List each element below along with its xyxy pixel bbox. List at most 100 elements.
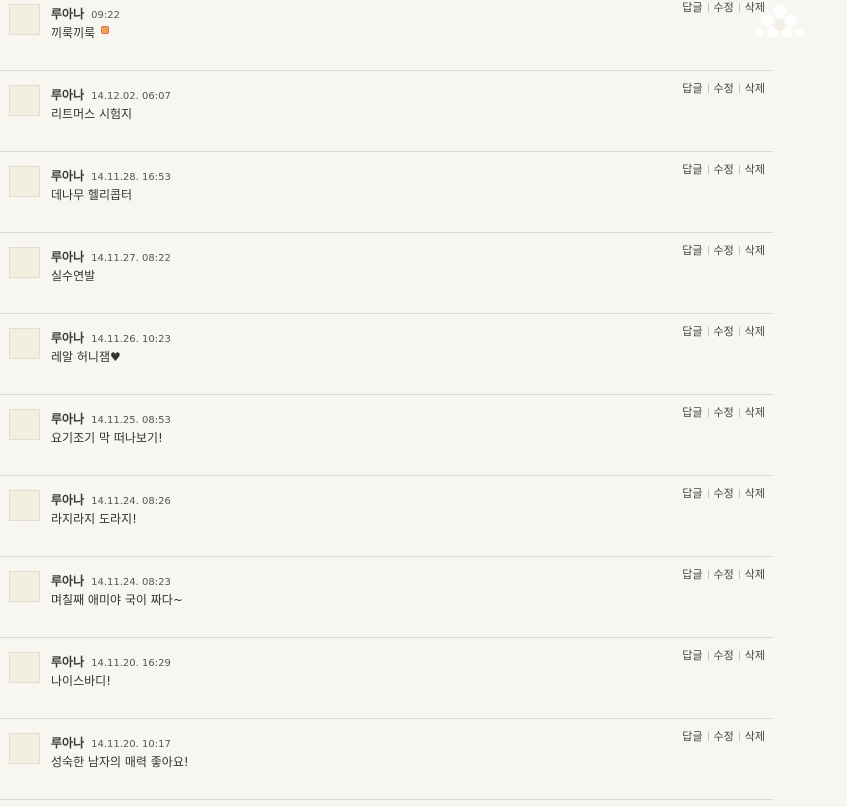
comment-meta: 루아나 14.11.24. 08:23 — [51, 570, 171, 589]
comment-date: 14.11.20. 10:17 — [91, 739, 171, 750]
comment-author[interactable]: 루아나 — [51, 331, 84, 345]
reply-button[interactable]: 답글 — [682, 730, 702, 743]
comment-item: 루아나 14.11.27. 08:22 실수연발 답글 수정 삭제 — [0, 233, 773, 314]
edit-button[interactable]: 수정 — [714, 730, 734, 743]
comment-actions: 답글 수정 삭제 — [682, 647, 765, 663]
delete-button[interactable]: 삭제 — [745, 568, 765, 581]
comment-item: 루아나 14.12.02. 06:07 리트머스 시험지 답글 수정 삭제 — [0, 71, 773, 152]
delete-button[interactable]: 삭제 — [745, 82, 765, 95]
action-separator — [738, 570, 740, 579]
action-separator — [707, 651, 709, 660]
delete-button[interactable]: 삭제 — [745, 730, 765, 743]
action-separator — [738, 408, 740, 417]
comment-actions: 답글 수정 삭제 — [682, 80, 765, 96]
action-separator — [707, 246, 709, 255]
delete-button[interactable]: 삭제 — [745, 325, 765, 338]
delete-button[interactable]: 삭제 — [745, 1, 765, 14]
action-separator — [738, 3, 740, 12]
comment-item: 루아나 09:22 끼룩끼룩 답글 수정 삭제 — [0, 0, 773, 71]
comment-actions: 답글 수정 삭제 — [682, 404, 765, 420]
avatar[interactable] — [9, 409, 40, 440]
comment-text-body: 레알 허니잼♥ — [51, 350, 121, 364]
avatar[interactable] — [9, 571, 40, 602]
edit-button[interactable]: 수정 — [714, 1, 734, 14]
comment-author[interactable]: 루아나 — [51, 169, 84, 183]
comment-author[interactable]: 루아나 — [51, 655, 84, 669]
comment-text: 실수연발 — [51, 267, 95, 284]
comment-meta: 루아나 14.11.25. 08:53 — [51, 408, 171, 427]
comment-actions: 답글 수정 삭제 — [682, 161, 765, 177]
action-separator — [738, 651, 740, 660]
comment-text: 며칠째 애미야 국이 짜다~ — [51, 591, 183, 608]
comment-text: 데나무 헬리콥터 — [51, 186, 132, 203]
avatar[interactable] — [9, 652, 40, 683]
reply-button[interactable]: 답글 — [682, 487, 702, 500]
edit-button[interactable]: 수정 — [714, 568, 734, 581]
action-separator — [738, 84, 740, 93]
edit-button[interactable]: 수정 — [714, 487, 734, 500]
comment-date: 14.11.24. 08:26 — [91, 496, 171, 507]
comment-meta: 루아나 14.11.28. 16:53 — [51, 165, 171, 184]
new-badge-icon — [101, 26, 110, 34]
reply-button[interactable]: 답글 — [682, 325, 702, 338]
comment-text-body: 데나무 헬리콥터 — [51, 188, 133, 202]
action-separator — [738, 165, 740, 174]
reply-button[interactable]: 답글 — [682, 568, 702, 581]
comment-item: 루아나 14.11.25. 08:53 요기조기 막 떠나보기! 답글 수정 삭제 — [0, 395, 773, 476]
edit-button[interactable]: 수정 — [714, 649, 734, 662]
avatar[interactable] — [9, 733, 40, 764]
comment-item: 루아나 14.11.28. 16:53 데나무 헬리콥터 답글 수정 삭제 — [0, 152, 773, 233]
comment-author[interactable]: 루아나 — [51, 493, 84, 507]
action-separator — [738, 246, 740, 255]
comment-author[interactable]: 루아나 — [51, 7, 84, 21]
action-separator — [738, 327, 740, 336]
comment-actions: 답글 수정 삭제 — [682, 485, 765, 501]
comment-author[interactable]: 루아나 — [51, 250, 84, 264]
comment-actions: 답글 수정 삭제 — [682, 728, 765, 744]
action-separator — [707, 327, 709, 336]
comment-author[interactable]: 루아나 — [51, 88, 84, 102]
comment-text-body: 라지라지 도라지! — [51, 512, 137, 526]
delete-button[interactable]: 삭제 — [745, 163, 765, 176]
reply-button[interactable]: 답글 — [682, 163, 702, 176]
comment-text-body: 며칠째 애미야 국이 짜다~ — [51, 593, 183, 607]
action-separator — [707, 408, 709, 417]
reply-button[interactable]: 답글 — [682, 82, 702, 95]
comment-item: 루아나 14.11.26. 10:23 레알 허니잼♥ 답글 수정 삭제 — [0, 314, 773, 395]
delete-button[interactable]: 삭제 — [745, 487, 765, 500]
comment-item: 루아나 14.11.24. 08:23 며칠째 애미야 국이 짜다~ 답글 수정 삭제 — [0, 557, 773, 638]
delete-button[interactable]: 삭제 — [745, 406, 765, 419]
edit-button[interactable]: 수정 — [714, 325, 734, 338]
avatar[interactable] — [9, 85, 40, 116]
comment-text: 성숙한 남자의 매력 좋아요! — [51, 753, 189, 770]
avatar[interactable] — [9, 166, 40, 197]
action-separator — [707, 3, 709, 12]
avatar[interactable] — [9, 4, 40, 35]
comment-text-body: 성숙한 남자의 매력 좋아요! — [51, 755, 189, 769]
reply-button[interactable]: 답글 — [682, 244, 702, 257]
comment-meta: 루아나 14.11.27. 08:22 — [51, 246, 171, 265]
avatar[interactable] — [9, 490, 40, 521]
comment-meta: 루아나 14.11.24. 08:26 — [51, 489, 171, 508]
reply-button[interactable]: 답글 — [682, 406, 702, 419]
comment-meta: 루아나 14.11.26. 10:23 — [51, 327, 171, 346]
edit-button[interactable]: 수정 — [714, 406, 734, 419]
comment-author[interactable]: 루아나 — [51, 574, 84, 588]
delete-button[interactable]: 삭제 — [745, 649, 765, 662]
comment-meta: 루아나 14.11.20. 16:29 — [51, 651, 171, 670]
reply-button[interactable]: 답글 — [682, 1, 702, 14]
comment-date: 14.11.20. 16:29 — [91, 658, 171, 669]
comment-item: 루아나 14.11.20. 16:29 나이스바디! 답글 수정 삭제 — [0, 638, 773, 719]
delete-button[interactable]: 삭제 — [745, 244, 765, 257]
edit-button[interactable]: 수정 — [714, 163, 734, 176]
comment-author[interactable]: 루아나 — [51, 736, 84, 750]
edit-button[interactable]: 수정 — [714, 244, 734, 257]
comment-author[interactable]: 루아나 — [51, 412, 84, 426]
edit-button[interactable]: 수정 — [714, 82, 734, 95]
avatar[interactable] — [9, 328, 40, 359]
comment-text: 끼룩끼룩 — [51, 24, 110, 41]
action-separator — [707, 165, 709, 174]
avatar[interactable] — [9, 247, 40, 278]
comment-date: 14.12.02. 06:07 — [91, 91, 171, 102]
reply-button[interactable]: 답글 — [682, 649, 702, 662]
